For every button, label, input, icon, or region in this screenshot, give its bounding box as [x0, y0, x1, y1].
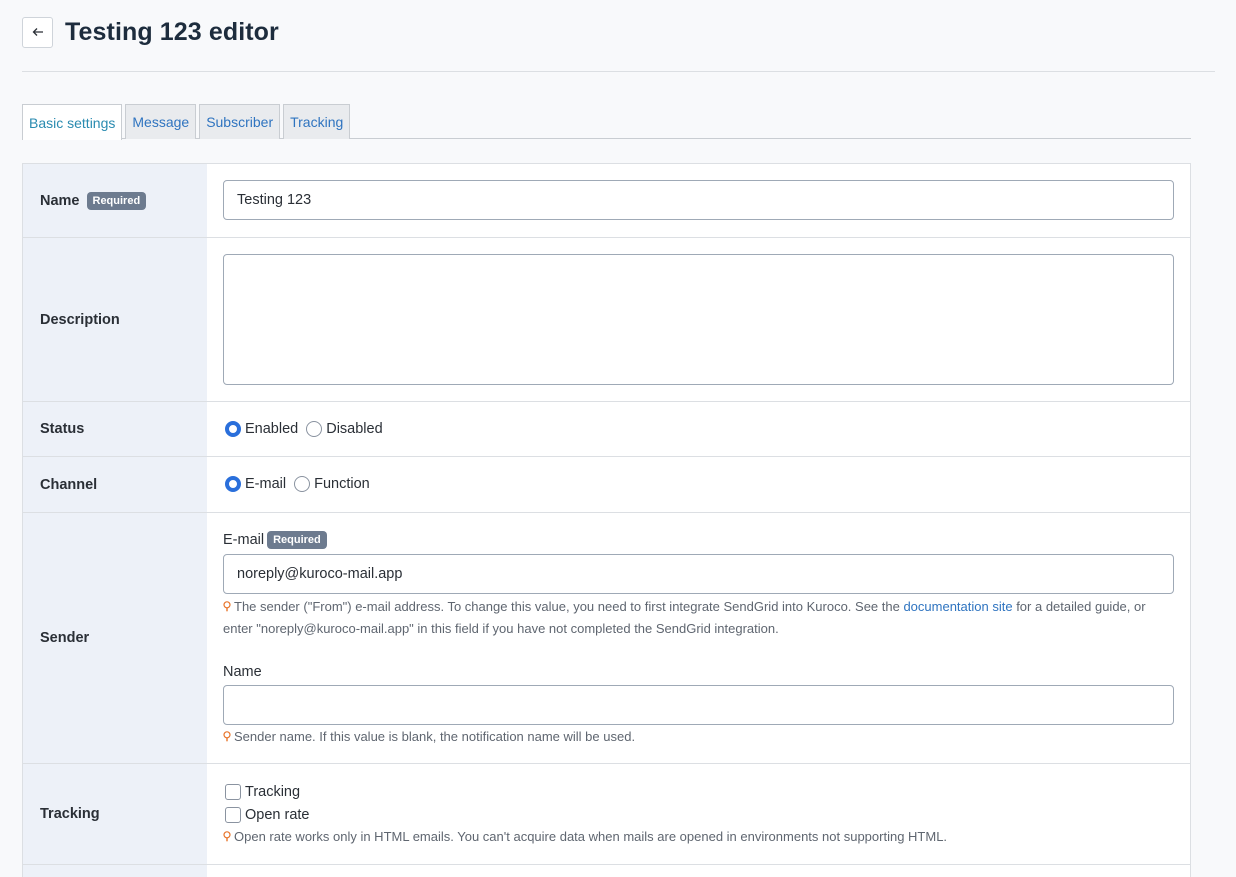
sender-email-input[interactable]: noreply@kuroco-mail.app [223, 554, 1174, 594]
lightbulb-icon [223, 831, 231, 842]
lightbulb-icon [223, 601, 231, 612]
channel-row-label: Channel [23, 457, 207, 512]
next-row-label [23, 865, 207, 877]
channel-email-radio[interactable] [225, 476, 241, 492]
channel-email-label[interactable]: E-mail [245, 476, 286, 492]
open-rate-checkbox[interactable] [225, 806, 241, 823]
tab-tracking[interactable]: Tracking [283, 104, 351, 139]
sender-row-label: Sender [23, 513, 207, 763]
tab-bar: Basic settings Message Subscriber Tracki… [22, 104, 1191, 140]
channel-radio-group: E-mail Function [223, 473, 1174, 495]
channel-function-radio[interactable] [294, 476, 311, 492]
next-row [23, 865, 1190, 877]
tab-message[interactable]: Message [125, 104, 197, 139]
sender-name-hint: Sender name. If this value is blank, the… [223, 726, 1174, 748]
description-row: Description [23, 238, 1190, 402]
sender-email-hint-text: The sender ("From") e-mail address. To c… [234, 599, 904, 614]
lightbulb-icon [223, 731, 231, 742]
description-textarea[interactable] [223, 254, 1174, 385]
page-header: Testing 123 editor [22, 16, 279, 48]
description-row-label: Description [23, 238, 207, 401]
arrow-left-icon [32, 28, 43, 36]
status-enabled-label[interactable]: Enabled [245, 421, 298, 437]
documentation-site-link[interactable]: documentation site [903, 599, 1012, 614]
tracking-checkbox[interactable] [225, 783, 241, 800]
tracking-row: Tracking Tracking Open rate Open rate wo… [23, 764, 1190, 865]
tab-basic-settings[interactable]: Basic settings [22, 104, 123, 140]
tracking-hint: Open rate works only in HTML emails. You… [223, 826, 1174, 848]
status-disabled-label[interactable]: Disabled [326, 421, 382, 437]
page-title: Testing 123 editor [65, 17, 279, 46]
tracking-hint-text: Open rate works only in HTML emails. You… [234, 829, 948, 844]
settings-form: Name Required Testing 123 Description St… [22, 163, 1191, 877]
tracking-label: Tracking [40, 806, 100, 822]
name-input[interactable]: Testing 123 [223, 180, 1174, 220]
sender-row: Sender E-mail Required noreply@kuroco-mai… [23, 513, 1190, 764]
sender-name-label: Name [223, 664, 262, 680]
status-enabled-radio[interactable] [225, 421, 241, 437]
name-row-label: Name Required [23, 164, 207, 237]
sender-email-label: E-mail [223, 531, 265, 548]
status-label: Status [40, 421, 85, 437]
tracking-checkbox-label[interactable]: Tracking [245, 784, 300, 800]
sender-name-input[interactable] [223, 685, 1174, 725]
sender-email-hint: The sender ("From") e-mail address. To c… [223, 596, 1174, 640]
required-badge: Required [267, 531, 327, 549]
status-disabled-radio[interactable] [306, 421, 323, 437]
tracking-checkbox-row: Tracking [223, 780, 1174, 803]
name-label: Name [40, 192, 80, 209]
open-rate-checkbox-label[interactable]: Open rate [245, 807, 310, 823]
sender-label: Sender [40, 630, 90, 646]
channel-label: Channel [40, 476, 98, 493]
header-divider [22, 71, 1215, 72]
tracking-row-label: Tracking [23, 764, 207, 864]
sender-email-field-label: E-mail Required [223, 531, 1174, 549]
channel-function-label[interactable]: Function [314, 476, 370, 492]
status-row-label: Status [23, 402, 207, 456]
open-rate-checkbox-row: Open rate [223, 803, 1174, 826]
name-row: Name Required Testing 123 [23, 164, 1190, 238]
back-button[interactable] [22, 16, 53, 48]
status-row: Status Enabled Disabled [23, 402, 1190, 457]
channel-row: Channel E-mail Function [23, 457, 1190, 513]
status-radio-group: Enabled Disabled [223, 418, 1174, 440]
tab-subscriber[interactable]: Subscriber [199, 104, 281, 139]
description-label: Description [40, 311, 120, 328]
required-badge: Required [86, 191, 147, 210]
sender-name-hint-text: Sender name. If this value is blank, the… [234, 729, 636, 744]
